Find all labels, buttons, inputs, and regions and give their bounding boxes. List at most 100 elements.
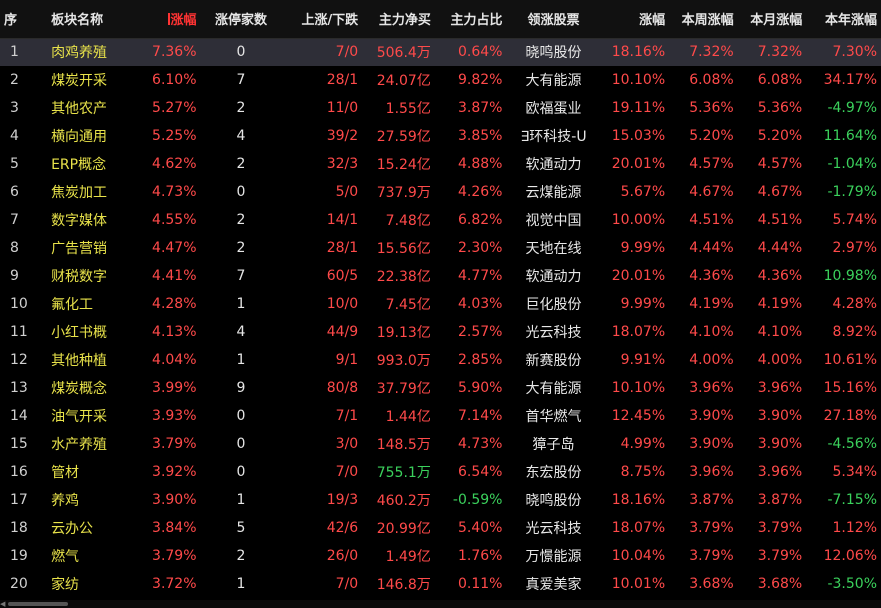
table-row[interactable]: 6 焦炭加工 4.73% 0 5/0 737.9万 4.26% 云煤能源 5.67% 4.67% 4…: [0, 178, 881, 206]
cell-week-change: 3.90%: [689, 408, 734, 424]
cell-up-down: 28/1: [326, 72, 359, 88]
cell-week-change: 5.20%: [689, 128, 734, 144]
cell-sector-name[interactable]: 广告营销: [47, 234, 129, 262]
table-row[interactable]: 19 燃气 3.79% 2 26/0 1.49亿 1.76% 万憬能源 10.04% 3.79% 3…: [0, 542, 881, 570]
col-header-label: 上涨/下跌: [301, 13, 359, 29]
cell-month-change: 4.67%: [757, 184, 803, 200]
cell-sector-name[interactable]: 油气开采: [47, 402, 129, 430]
scrollbar-thumb[interactable]: [8, 602, 68, 606]
cell-leading-stock[interactable]: 晓鸣股份: [506, 38, 600, 66]
cell-main-net-buy: 19.13亿: [376, 325, 431, 341]
table-row[interactable]: 12 其他种植 4.04% 1 9/1 993.0万 2.85% 新赛股份 9.91% 4.00%…: [0, 346, 881, 374]
cell-leading-stock[interactable]: 软通动力: [506, 262, 600, 290]
cell-main-ratio: 3.85%: [457, 128, 503, 144]
table-row[interactable]: 18 云办公 3.84% 5 42/6 20.99亿 5.40% 光云科技 18.07% 3.79…: [0, 514, 881, 542]
cell-sector-name[interactable]: 焦炭加工: [47, 178, 129, 206]
table-row[interactable]: 14 油气开采 3.93% 0 7/1 1.44亿 7.14% 首华燃气 12.45% 3.90%…: [0, 402, 881, 430]
cell-leading-stock[interactable]: 光云科技: [506, 318, 600, 346]
col-header-stock-change[interactable]: 涨幅: [600, 0, 670, 39]
cell-change-pct: 4.62%: [152, 156, 197, 172]
cell-sector-name[interactable]: 其他农产: [47, 94, 129, 122]
cell-sector-name[interactable]: 横向通用: [47, 122, 129, 150]
table-row[interactable]: 13 煤炭概念 3.99% 9 80/8 37.79亿 5.90% 大有能源 10.10% 3.9…: [0, 374, 881, 402]
table-row[interactable]: 16 管材 3.92% 0 7/0 755.1万 6.54% 东宏股份 8.75% 3.96% 3.…: [0, 458, 881, 486]
cell-week-change: 4.10%: [689, 324, 734, 340]
col-header-month-change[interactable]: 本月涨幅: [737, 0, 807, 39]
table-row[interactable]: 2 煤炭开采 6.10% 7 28/1 24.07亿 9.82% 大有能源 10.10% 6.08…: [0, 66, 881, 94]
table-row[interactable]: 5 ERP概念 4.62% 2 32/3 15.24亿 4.88% 软通动力 20.01% 4.5…: [0, 150, 881, 178]
col-header-up-down[interactable]: 上涨/下跌: [281, 0, 363, 39]
col-header-leading-stock[interactable]: 领涨股票: [506, 0, 601, 39]
cell-leading-stock[interactable]: 大有能源: [506, 66, 600, 94]
cell-sector-name[interactable]: 煤炭开采: [47, 66, 129, 94]
cell-sector-name[interactable]: 财税数字: [47, 262, 129, 290]
cell-limit-up-count: 2: [236, 156, 246, 172]
col-header-change-pct[interactable]: 涨幅: [128, 0, 201, 39]
table-row[interactable]: 17 养鸡 3.90% 1 19/3 460.2万 -0.59% 晓鸣股份 18.16% 3.87…: [0, 486, 881, 514]
cell-index: 2: [10, 72, 19, 88]
cell-sector-name[interactable]: 煤炭概念: [47, 374, 129, 402]
cell-index: 13: [10, 380, 28, 396]
col-header-week-change[interactable]: 本周涨幅: [669, 0, 738, 39]
cell-leading-stock[interactable]: 软通动力: [506, 150, 600, 178]
cell-sector-name[interactable]: 养鸡: [47, 486, 129, 514]
col-header-main-net-buy[interactable]: 主力净买: [362, 0, 435, 39]
cell-sector-name[interactable]: 管材: [47, 458, 129, 486]
cell-leading-stock[interactable]: 云煤能源: [506, 178, 600, 206]
cell-sector-name[interactable]: 云办公: [47, 514, 129, 542]
table-row[interactable]: 20 家纺 3.72% 1 7/0 146.8万 0.11% 真爱美家 10.01% 3.68% 3…: [0, 570, 881, 598]
cell-sector-name[interactable]: 家纺: [47, 570, 129, 598]
cell-index: 3: [10, 100, 19, 116]
cell-stock-change: 18.07%: [611, 324, 666, 340]
cell-leading-stock[interactable]: 巨化股份: [506, 290, 600, 318]
cell-sector-name[interactable]: 其他种植: [47, 346, 129, 374]
cell-sector-name[interactable]: 氟化工: [47, 290, 129, 318]
cell-leading-stock[interactable]: 晓鸣股份: [506, 486, 600, 514]
table-row[interactable]: 10 氟化工 4.28% 1 10/0 7.45亿 4.03% 巨化股份 9.99% 4.19% 4…: [0, 290, 881, 318]
cell-limit-up-count: 1: [236, 296, 246, 312]
table-row[interactable]: 8 广告营销 4.47% 2 28/1 15.56亿 2.30% 天地在线 9.99% 4.44%…: [0, 234, 881, 262]
cell-sector-name[interactable]: 小红书概: [47, 318, 129, 346]
cell-main-ratio: 4.73%: [457, 436, 503, 452]
col-header-index[interactable]: 序: [0, 0, 48, 39]
table-row[interactable]: 15 水产养殖 3.79% 0 3/0 148.5万 4.73% 獐子岛 4.99% 3.90% 3…: [0, 430, 881, 458]
cell-main-net-buy: 15.24亿: [376, 157, 431, 173]
cell-week-change: 5.36%: [689, 100, 734, 116]
cell-leading-stock[interactable]: 视觉中国: [506, 206, 600, 234]
cell-week-change: 3.96%: [689, 464, 734, 480]
cell-sector-name[interactable]: 数字媒体: [47, 206, 129, 234]
cell-leading-stock[interactable]: 天地在线: [506, 234, 600, 262]
cell-sector-name[interactable]: 肉鸡养殖: [47, 38, 129, 66]
cell-stock-change: 18.16%: [611, 44, 666, 61]
table-row[interactable]: 1 肉鸡养殖 7.36% 0 7/0 506.4万 0.64% 晓鸣股份 18.16% 7.32%…: [0, 38, 881, 66]
table-row[interactable]: 4 横向通用 5.25% 4 39/2 27.59亿 3.85% ∃环科技-U 15.03% 5.…: [0, 122, 881, 150]
table-row[interactable]: 7 数字媒体 4.55% 2 14/1 7.48亿 6.82% 视觉中国 10.00% 4.51%…: [0, 206, 881, 234]
cell-leading-stock[interactable]: 大有能源: [506, 374, 600, 402]
cell-sector-name[interactable]: 水产养殖: [47, 430, 129, 458]
cell-leading-stock[interactable]: 真爱美家: [506, 570, 600, 598]
horizontal-scrollbar[interactable]: ◀: [0, 600, 881, 608]
table-row[interactable]: 9 财税数字 4.41% 7 60/5 22.38亿 4.77% 软通动力 20.01% 4.36…: [0, 262, 881, 290]
cell-leading-stock[interactable]: 新赛股份: [506, 346, 600, 374]
cell-leading-stock[interactable]: 东宏股份: [506, 458, 600, 486]
cell-main-net-buy: 737.9万: [376, 185, 431, 201]
table-row[interactable]: 11 小红书概 4.13% 4 44/9 19.13亿 2.57% 光云科技 18.07% 4.1…: [0, 318, 881, 346]
scroll-left-icon[interactable]: ◀: [0, 600, 6, 608]
col-header-limit-up-count[interactable]: 涨停家数: [200, 0, 282, 39]
cell-main-ratio: 2.57%: [457, 324, 503, 340]
cell-sector-name[interactable]: ERP概念: [47, 150, 129, 178]
cell-leading-stock[interactable]: 光云科技: [506, 514, 600, 542]
cell-stock-change: 9.99%: [620, 240, 666, 256]
table-row[interactable]: 3 其他农产 5.27% 2 11/0 1.55亿 3.87% 欧福蛋业 19.11% 5.36%…: [0, 94, 881, 122]
cell-leading-stock[interactable]: 首华燃气: [506, 402, 600, 430]
cell-leading-stock[interactable]: 万憬能源: [506, 542, 600, 570]
col-header-sector-name[interactable]: 板块名称: [47, 0, 129, 39]
col-header-year-change[interactable]: 本年涨幅: [806, 0, 881, 39]
cell-leading-stock[interactable]: 獐子岛: [506, 430, 600, 458]
cell-leading-stock[interactable]: ∃环科技-U: [506, 122, 600, 150]
cell-main-net-buy: 1.49亿: [385, 549, 431, 565]
col-header-main-ratio[interactable]: 主力占比: [434, 0, 507, 39]
cell-sector-name[interactable]: 燃气: [47, 542, 129, 570]
cell-week-change: 3.90%: [689, 436, 734, 452]
cell-leading-stock[interactable]: 欧福蛋业: [506, 94, 600, 122]
